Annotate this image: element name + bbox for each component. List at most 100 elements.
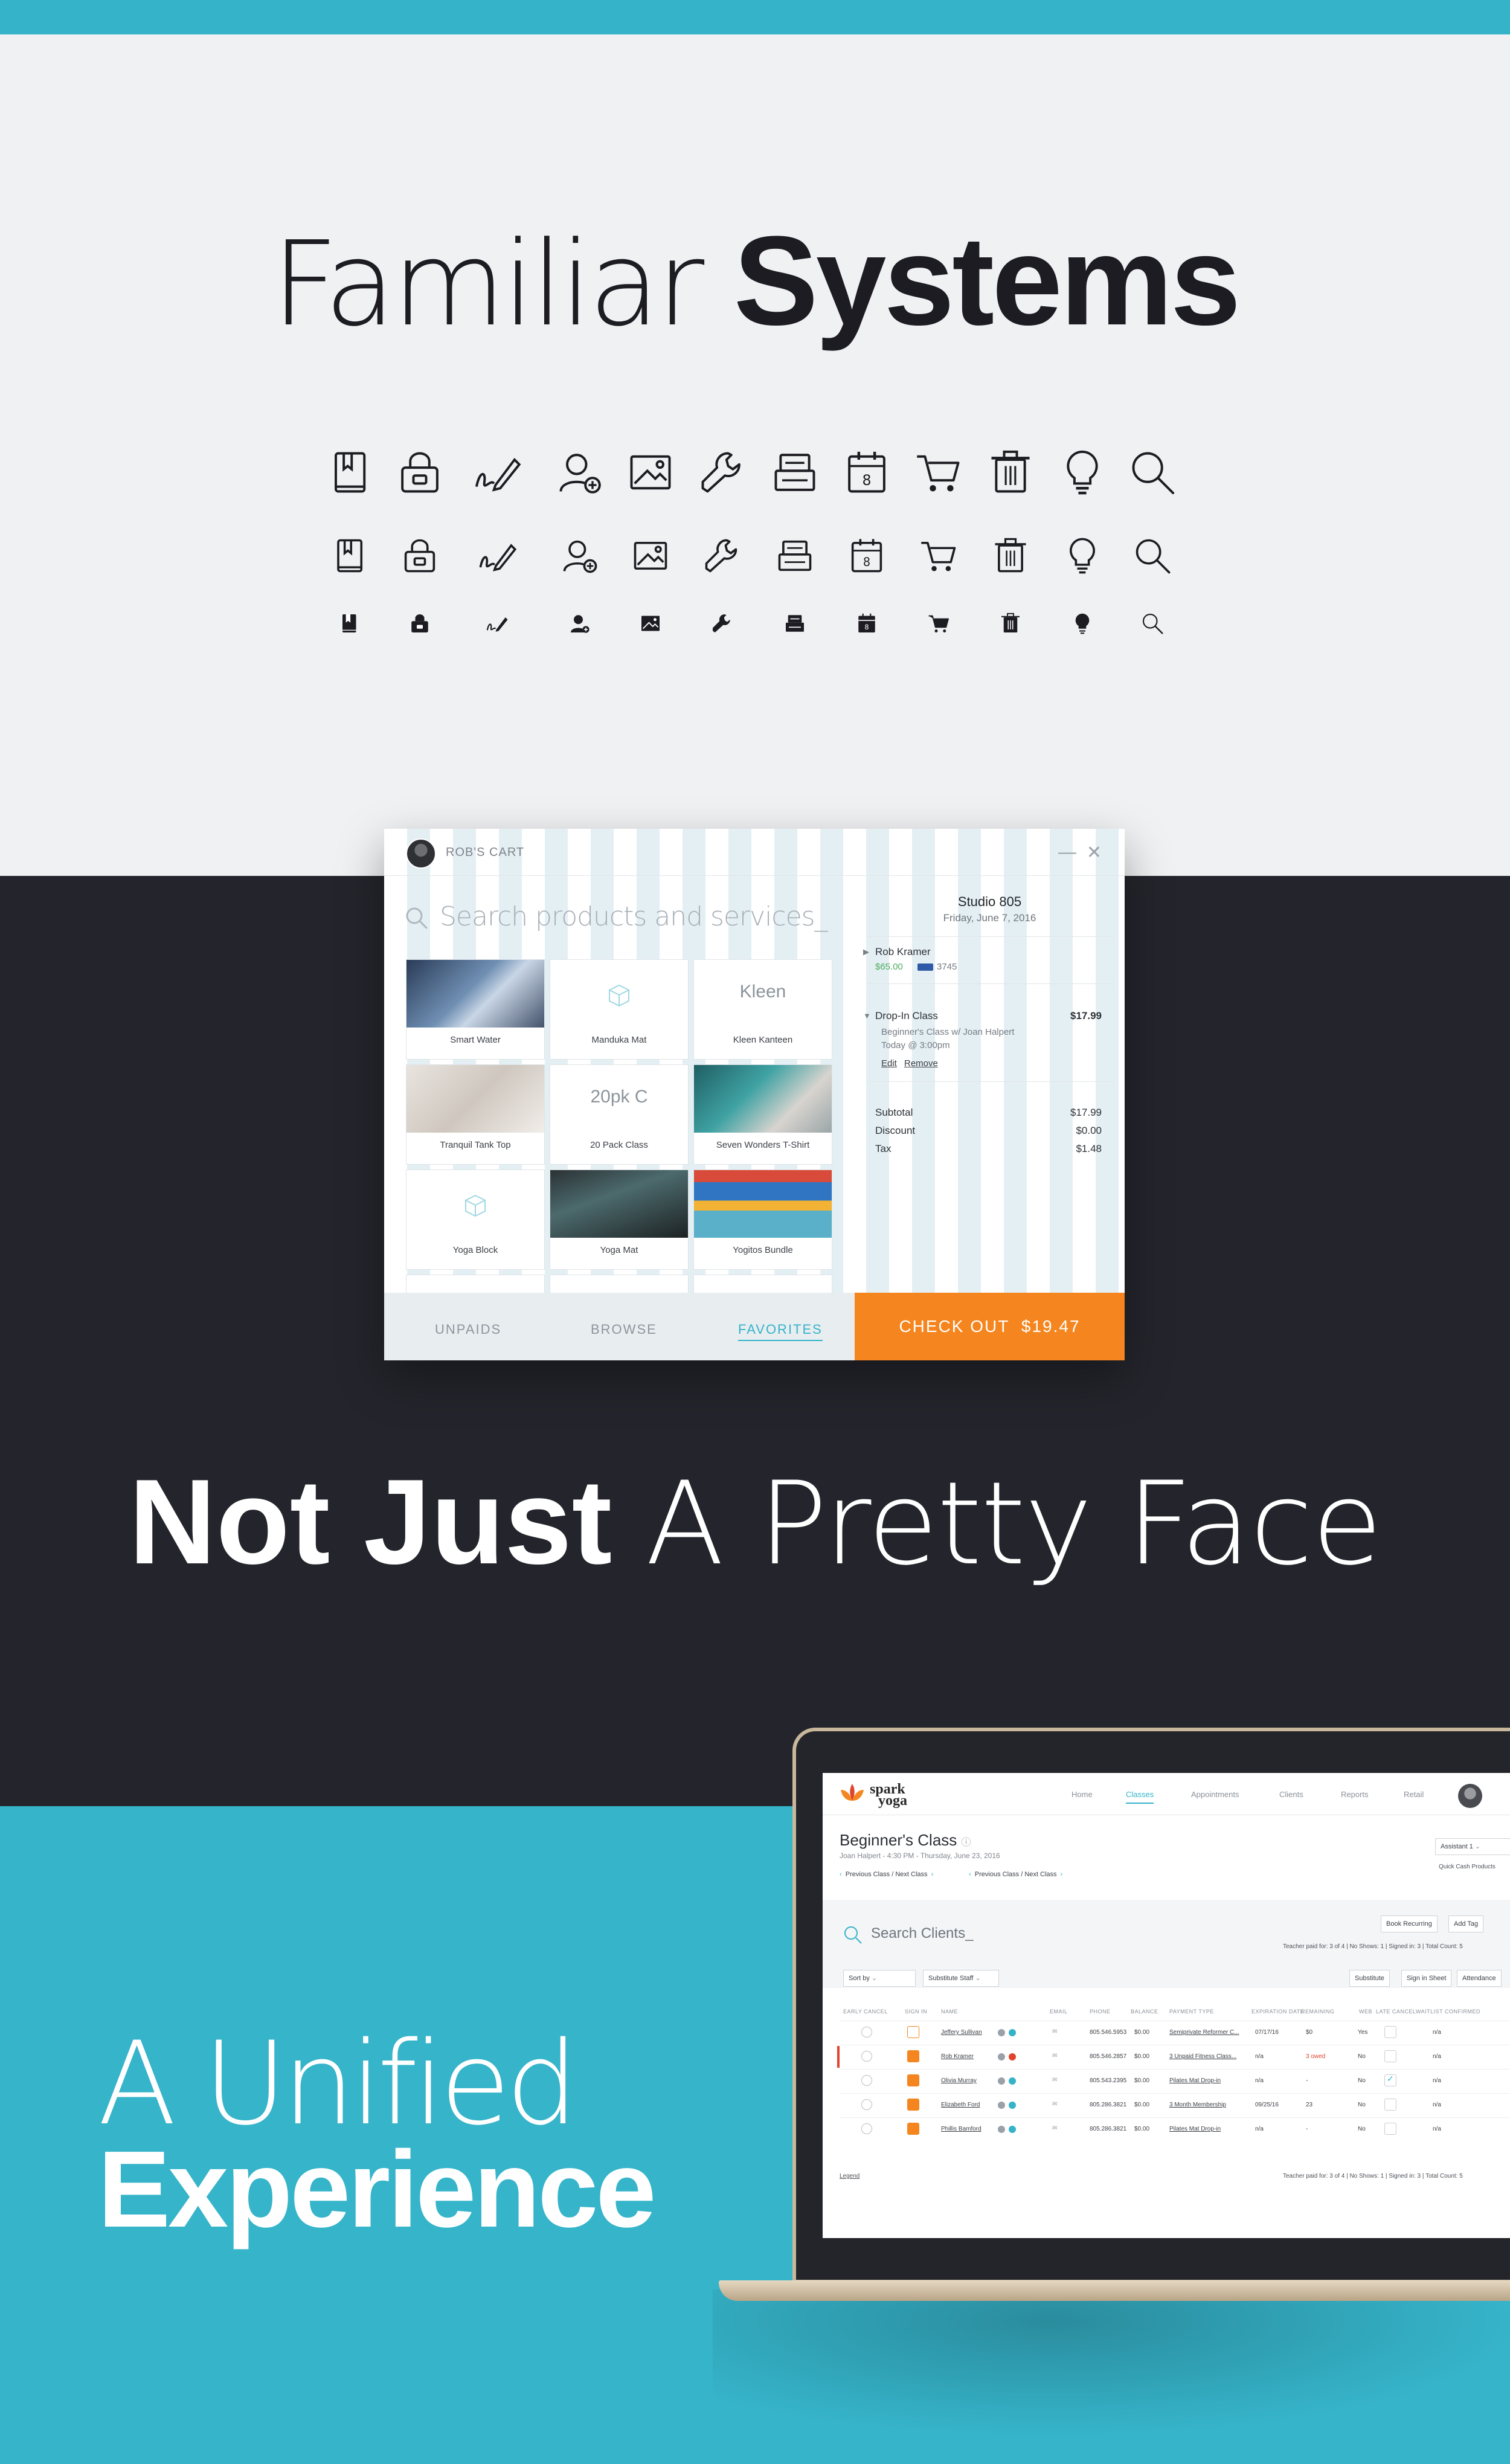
early-cancel-icon[interactable] <box>861 2051 872 2062</box>
payment-type-link[interactable]: Pilates Mat Drop-in <box>1169 2077 1221 2084</box>
sign-in-checkbox[interactable] <box>907 2123 919 2135</box>
email-icon[interactable]: ✉ <box>1052 2077 1057 2083</box>
close-icon[interactable]: ✕ <box>1087 842 1102 863</box>
minimize-icon[interactable]: — <box>1058 842 1076 863</box>
nav-reports[interactable]: Reports <box>1341 1790 1369 1799</box>
wrench-icon <box>696 447 747 498</box>
headline-light-part: A Pretty Face <box>645 1457 1383 1591</box>
class-subtitle: Joan Halpert - 4:30 PM - Thursday, June … <box>840 1851 1000 1860</box>
user-avatar[interactable] <box>1458 1784 1482 1808</box>
payment-type-link[interactable]: Semiprivate Reformer C... <box>1169 2029 1239 2036</box>
late-cancel-checkbox[interactable]: ✓ <box>1384 2074 1396 2086</box>
client-phone: 805.286.3821 <box>1090 2102 1127 2108</box>
late-cancel-checkbox[interactable] <box>1384 2050 1396 2062</box>
client-name-link[interactable]: Olivia Murray <box>941 2077 977 2084</box>
cart-owner-avatar <box>406 838 436 869</box>
payment-type-link[interactable]: Pilates Mat Drop-in <box>1169 2126 1221 2132</box>
product-photo <box>406 960 544 1028</box>
prev-next-class-link[interactable]: ‹ Previous Class / Next Class › <box>840 1871 933 1878</box>
nav-classes[interactable]: Classes <box>1126 1790 1154 1804</box>
collapse-chevron-icon[interactable]: ▼ <box>863 1011 871 1020</box>
sign-in-checkbox[interactable] <box>907 2026 919 2038</box>
lightbulb-icon <box>1057 447 1108 498</box>
info-icon[interactable]: ⓘ <box>962 1838 971 1848</box>
early-cancel-icon[interactable] <box>861 2027 872 2038</box>
nav-appointments[interactable]: Appointments <box>1191 1790 1239 1799</box>
wrench-icon <box>710 611 734 635</box>
sign-in-checkbox[interactable] <box>907 2050 919 2062</box>
tab-favorites[interactable]: FAVORITES <box>738 1322 823 1341</box>
col-phone: PHONE <box>1090 2009 1111 2015</box>
lightbulb-icon <box>1062 535 1103 576</box>
early-cancel-icon[interactable] <box>861 2123 872 2134</box>
product-tile[interactable]: Seven Wonders T-Shirt <box>693 1064 832 1165</box>
card-last-digits: 3745 <box>937 962 957 972</box>
client-name-link[interactable]: Phillis Bamford <box>941 2126 982 2132</box>
calendar-icon: 8 <box>841 447 892 498</box>
web-booking: No <box>1358 2053 1366 2060</box>
checkout-button[interactable]: CHECK OUT $19.47 <box>855 1293 1125 1360</box>
email-icon[interactable]: ✉ <box>1052 2028 1057 2035</box>
top-accent-stripe <box>0 0 1510 34</box>
product-tile[interactable]: Tranquil Tank Top <box>406 1064 545 1165</box>
client-balance: $0.00 <box>1134 2053 1150 2060</box>
sign-in-checkbox[interactable] <box>907 2074 919 2086</box>
client-name[interactable]: Rob Kramer <box>875 946 931 958</box>
payment-type-link[interactable]: 3 Unpaid Fitness Class... <box>1169 2053 1236 2060</box>
sort-by-select[interactable]: Sort by ⌄ <box>843 1970 916 1987</box>
product-search-input[interactable]: Search products and services_ <box>440 901 828 932</box>
logo-wordmark: spark yoga <box>870 1782 907 1808</box>
status-dot-icon <box>998 2126 1005 2133</box>
product-tile[interactable]: Yoga Block <box>406 1169 545 1270</box>
class-summary: Teacher paid for: 3 of 4 | No Shows: 1 |… <box>1283 1943 1463 1950</box>
expand-chevron-icon[interactable]: ▶ <box>863 947 869 957</box>
product-tile[interactable]: Manduka Mat <box>550 959 689 1060</box>
remove-link[interactable]: Remove <box>904 1058 938 1069</box>
late-cancel-checkbox[interactable] <box>1384 2123 1396 2135</box>
product-tile[interactable]: Kleen Kleen Kanteen <box>693 959 832 1060</box>
signature-pen-icon <box>472 447 522 498</box>
client-search-input[interactable]: Search Clients_ <box>871 1925 973 1942</box>
tab-browse[interactable]: BROWSE <box>591 1322 657 1337</box>
row-divider <box>840 2117 1510 2118</box>
client-name-link[interactable]: Elizabeth Ford <box>941 2102 980 2108</box>
payment-type-link[interactable]: 3 Month Membership <box>1169 2102 1226 2108</box>
product-tile[interactable]: Yogitos Bundle <box>693 1169 832 1270</box>
client-name-link[interactable]: Rob Kramer <box>941 2053 974 2060</box>
product-tile[interactable]: 20pk C 20 Pack Class <box>550 1064 689 1165</box>
substitute-button[interactable]: Substitute <box>1349 1970 1390 1987</box>
sign-in-sheet-button[interactable]: Sign in Sheet <box>1401 1970 1452 1987</box>
product-tile[interactable]: Yoga Mat <box>550 1169 689 1270</box>
sign-in-checkbox[interactable] <box>907 2099 919 2111</box>
tab-unpaids[interactable]: UNPAIDS <box>435 1322 501 1337</box>
quick-cash-link[interactable]: Quick Cash Products <box>1439 1864 1496 1870</box>
late-cancel-checkbox[interactable] <box>1384 2099 1396 2111</box>
attendance-button[interactable]: Attendance <box>1457 1970 1502 1987</box>
product-tile[interactable]: Smart Water <box>406 959 545 1060</box>
row-divider <box>840 2093 1510 2094</box>
edit-link[interactable]: Edit <box>881 1058 897 1069</box>
early-cancel-icon[interactable] <box>861 2099 872 2110</box>
nav-clients[interactable]: Clients <box>1279 1790 1303 1799</box>
email-icon[interactable]: ✉ <box>1052 2125 1057 2132</box>
add-tag-button[interactable]: Add Tag <box>1448 1916 1484 1932</box>
col-sign-in: SIGN IN <box>905 2009 928 2015</box>
nav-retail[interactable]: Retail <box>1404 1790 1424 1799</box>
legend-link[interactable]: Legend <box>840 2173 859 2179</box>
book-recurring-button[interactable]: Book Recurring <box>1381 1916 1438 1932</box>
prev-next-class-link-2[interactable]: ‹ Previous Class / Next Class › <box>969 1871 1062 1878</box>
email-icon[interactable]: ✉ <box>1052 2101 1057 2108</box>
nav-home[interactable]: Home <box>1071 1790 1093 1799</box>
waitlist-status: n/a <box>1433 2029 1441 2036</box>
waitlist-status: n/a <box>1433 2077 1441 2084</box>
bookmark-book-icon <box>328 535 369 576</box>
late-cancel-checkbox[interactable] <box>1384 2026 1396 2038</box>
web-booking: No <box>1358 2126 1366 2132</box>
remaining-count: $0 <box>1306 2029 1313 2036</box>
substitute-staff-select[interactable]: Substitute Staff ⌄ <box>923 1970 999 1987</box>
status-dot-icon <box>998 2053 1005 2060</box>
early-cancel-icon[interactable] <box>861 2075 872 2086</box>
assistant-select[interactable]: Assistant 1 ⌄ <box>1435 1838 1510 1855</box>
client-name-link[interactable]: Jeffery Sullivan <box>941 2029 982 2036</box>
email-icon[interactable]: ✉ <box>1052 2053 1057 2059</box>
